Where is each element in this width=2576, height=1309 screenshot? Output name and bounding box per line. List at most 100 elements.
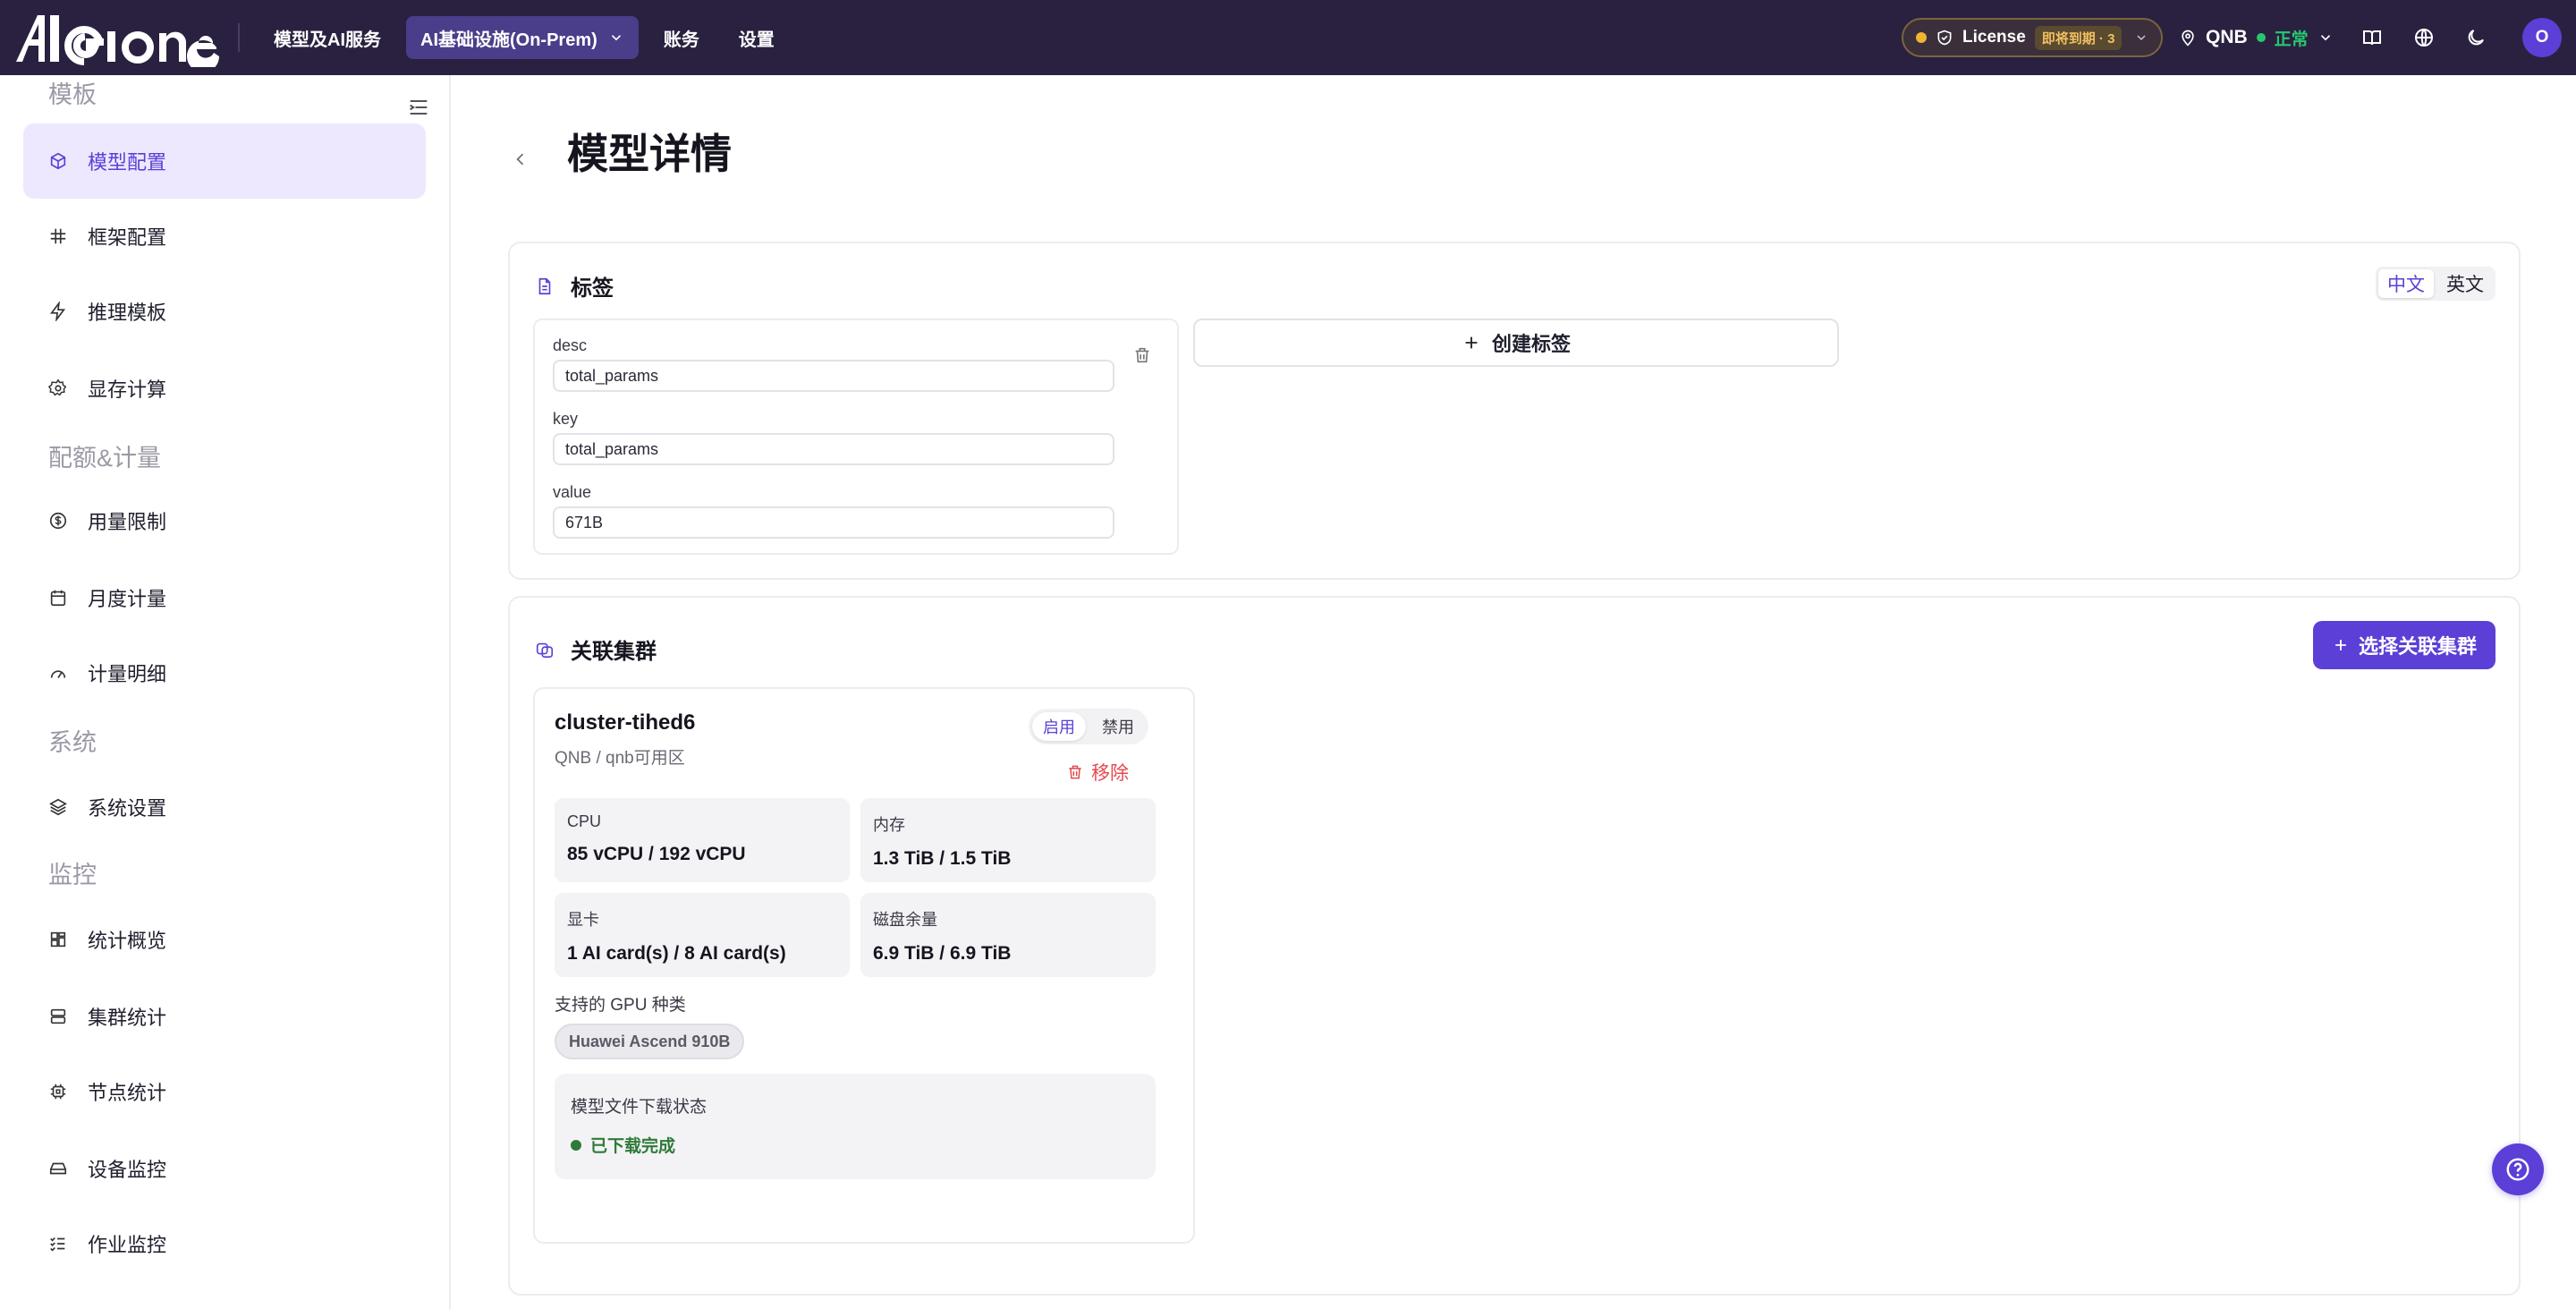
link-icon bbox=[536, 642, 554, 658]
enable-option[interactable]: 启用 bbox=[1032, 712, 1086, 741]
language-button[interactable] bbox=[2408, 21, 2440, 54]
sidebar-item-job-monitor[interactable]: 作业监控 bbox=[23, 1206, 426, 1281]
sidebar-item-node-stats[interactable]: 节点统计 bbox=[23, 1054, 426, 1129]
desc-input[interactable]: total_params bbox=[553, 360, 1114, 392]
license-expiry-badge: 即将到期 · 3 bbox=[2034, 25, 2123, 50]
sidebar-item-label: 框架配置 bbox=[88, 226, 167, 249]
moon-icon bbox=[2468, 30, 2484, 46]
nav-item-models[interactable]: 模型及AI服务 bbox=[259, 16, 395, 59]
sidebar-section-templates: 模板 bbox=[48, 81, 97, 108]
location-selector[interactable]: QNB 正常 bbox=[2179, 20, 2334, 55]
logo-divider bbox=[238, 23, 240, 52]
stat-label: 磁盘余量 bbox=[873, 911, 937, 929]
bolt-icon bbox=[50, 302, 66, 321]
chevron-down-icon bbox=[2137, 35, 2146, 41]
nav-label: 模型及AI服务 bbox=[274, 30, 381, 50]
main-content: 模型详情 标签 中文 英文 desc total_params key tota… bbox=[451, 75, 2576, 1309]
stat-value: 85 vCPU / 192 vCPU bbox=[567, 844, 746, 864]
download-status-label: 模型文件下载状态 bbox=[571, 1098, 708, 1117]
sidebar-item-label: 系统设置 bbox=[88, 797, 167, 820]
sidebar-item-label: 显存计算 bbox=[88, 378, 167, 401]
shield-icon bbox=[1937, 30, 1952, 46]
sidebar-item-label: 月度计量 bbox=[88, 588, 167, 610]
user-avatar[interactable]: O bbox=[2522, 18, 2562, 57]
sidebar-item-metering-details[interactable]: 计量明细 bbox=[23, 635, 426, 710]
value-input[interactable]: 671B bbox=[553, 506, 1114, 539]
sidebar-section-system: 系统 bbox=[48, 729, 97, 756]
sidebar-item-cluster-stats[interactable]: 集群统计 bbox=[23, 979, 426, 1054]
download-status-box: 模型文件下载状态 已下载完成 bbox=[555, 1074, 1156, 1179]
nav-item-billing[interactable]: 账务 bbox=[649, 16, 714, 59]
remove-cluster-button[interactable]: 移除 bbox=[1066, 759, 1129, 786]
docs-button[interactable] bbox=[2356, 21, 2388, 54]
stat-disk: 磁盘余量 6.9 TiB / 6.9 TiB bbox=[860, 893, 1156, 977]
disable-option[interactable]: 禁用 bbox=[1091, 712, 1145, 741]
gpu-type-chip: Huawei Ascend 910B bbox=[555, 1024, 745, 1059]
license-status-dot bbox=[1916, 32, 1927, 43]
plus-icon bbox=[2335, 640, 2346, 650]
download-status-text: 已下载完成 bbox=[590, 1137, 676, 1156]
status-dot bbox=[2256, 33, 2266, 42]
back-button[interactable] bbox=[501, 140, 540, 179]
tags-card-title: 标签 bbox=[571, 276, 614, 301]
stat-label: 显卡 bbox=[567, 911, 599, 929]
create-tag-button[interactable]: 创建标签 bbox=[1193, 319, 1839, 367]
sidebar-item-label: 作业监控 bbox=[88, 1234, 167, 1256]
sidebar-item-stats-overview[interactable]: 统计概览 bbox=[23, 902, 426, 977]
trash-icon bbox=[1135, 347, 1149, 363]
sidebar-item-monthly-metering[interactable]: 月度计量 bbox=[23, 560, 426, 635]
sidebar-item-framework-config[interactable]: 框架配置 bbox=[23, 199, 426, 274]
sidebar-item-model-config[interactable]: 模型配置 bbox=[23, 123, 426, 199]
sidebar-item-device-monitor[interactable]: 设备监控 bbox=[23, 1131, 426, 1206]
calendar-icon bbox=[50, 590, 66, 607]
sidebar-item-usage-limit[interactable]: 用量限制 bbox=[23, 483, 426, 558]
lang-option-en[interactable]: 英文 bbox=[2437, 269, 2493, 298]
delete-tag-button[interactable] bbox=[1132, 345, 1157, 370]
location-status: 正常 bbox=[2274, 30, 2309, 49]
document-icon bbox=[538, 277, 551, 294]
nav-item-infra[interactable]: AI基础设施(On-Prem) bbox=[406, 16, 639, 59]
nav-item-settings[interactable]: 设置 bbox=[724, 16, 789, 59]
key-input[interactable]: total_params bbox=[553, 433, 1114, 465]
dashboard-icon bbox=[50, 931, 66, 948]
cluster-card: cluster-tihed6 QNB / qnb可用区 启用 禁用 移除 CPU… bbox=[533, 687, 1195, 1244]
download-status: 已下载完成 bbox=[571, 1133, 675, 1157]
sidebar-collapse-button[interactable] bbox=[406, 95, 431, 120]
sidebar-item-vram-calc[interactable]: 显存计算 bbox=[23, 351, 426, 426]
cluster-location: QNB / qnb可用区 bbox=[555, 749, 685, 768]
page-title: 模型详情 bbox=[567, 131, 732, 177]
gear-icon bbox=[48, 378, 67, 396]
desc-label: desc bbox=[553, 336, 588, 354]
stat-value: 1 AI card(s) / 8 AI card(s) bbox=[567, 943, 786, 964]
select-cluster-label: 选择关联集群 bbox=[2358, 635, 2477, 658]
tags-card-header: 标签 bbox=[535, 270, 614, 302]
theme-toggle[interactable] bbox=[2460, 21, 2492, 54]
sidebar-item-inference-template[interactable]: 推理模板 bbox=[23, 274, 426, 349]
sidebar-item-label: 计量明细 bbox=[88, 663, 167, 685]
sidebar-item-label: 模型配置 bbox=[88, 151, 167, 174]
brand-logo[interactable] bbox=[14, 7, 222, 70]
top-navbar: 模型及AI服务 AI基础设施(On-Prem) 账务 设置 License 即将… bbox=[0, 0, 2576, 75]
stat-label: 内存 bbox=[873, 816, 905, 834]
help-icon bbox=[2506, 1158, 2529, 1181]
key-label: key bbox=[553, 410, 579, 428]
create-tag-label: 创建标签 bbox=[1491, 333, 1571, 355]
chip-icon bbox=[50, 1084, 66, 1100]
clusters-card-title: 关联集群 bbox=[571, 640, 657, 664]
stat-label: CPU bbox=[567, 812, 602, 830]
gpu-types-label: 支持的 GPU 种类 bbox=[555, 996, 686, 1015]
tag-item: desc total_params key total_params value… bbox=[533, 319, 1179, 555]
select-cluster-button[interactable]: 选择关联集群 bbox=[2313, 621, 2496, 669]
book-icon bbox=[2363, 30, 2381, 46]
license-dropdown[interactable]: License 即将到期 · 3 bbox=[1902, 18, 2163, 57]
sidebar-item-system-settings[interactable]: 系统设置 bbox=[23, 769, 426, 845]
language-toggle: 中文 英文 bbox=[2376, 267, 2496, 301]
help-button[interactable] bbox=[2492, 1143, 2544, 1195]
lang-option-zh[interactable]: 中文 bbox=[2378, 269, 2434, 298]
clusters-card-header: 关联集群 bbox=[535, 633, 657, 665]
stat-value: 1.3 TiB / 1.5 TiB bbox=[873, 848, 1012, 869]
drive-icon bbox=[49, 1162, 67, 1175]
remove-label: 移除 bbox=[1091, 763, 1129, 784]
hash-icon bbox=[50, 228, 66, 244]
cube-icon bbox=[50, 152, 66, 170]
